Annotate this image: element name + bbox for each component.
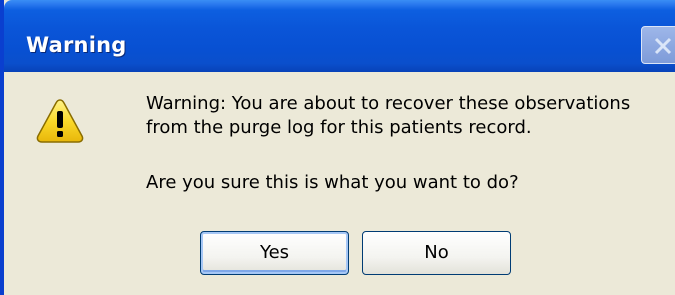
message-line-1: Warning: You are about to recover these … — [146, 93, 631, 114]
warning-icon — [36, 98, 84, 144]
title-bar[interactable]: Warning — [4, 0, 675, 72]
confirmation-question: Are you sure this is what you want to do… — [146, 172, 519, 193]
close-button[interactable] — [641, 26, 675, 64]
yes-button[interactable]: Yes — [200, 231, 349, 275]
warning-dialog: Warning Warning: You are about to recove… — [0, 0, 675, 295]
dialog-title: Warning — [26, 33, 127, 57]
message-line-2: from the purge log for this patients rec… — [146, 117, 532, 138]
no-button[interactable]: No — [362, 231, 511, 275]
